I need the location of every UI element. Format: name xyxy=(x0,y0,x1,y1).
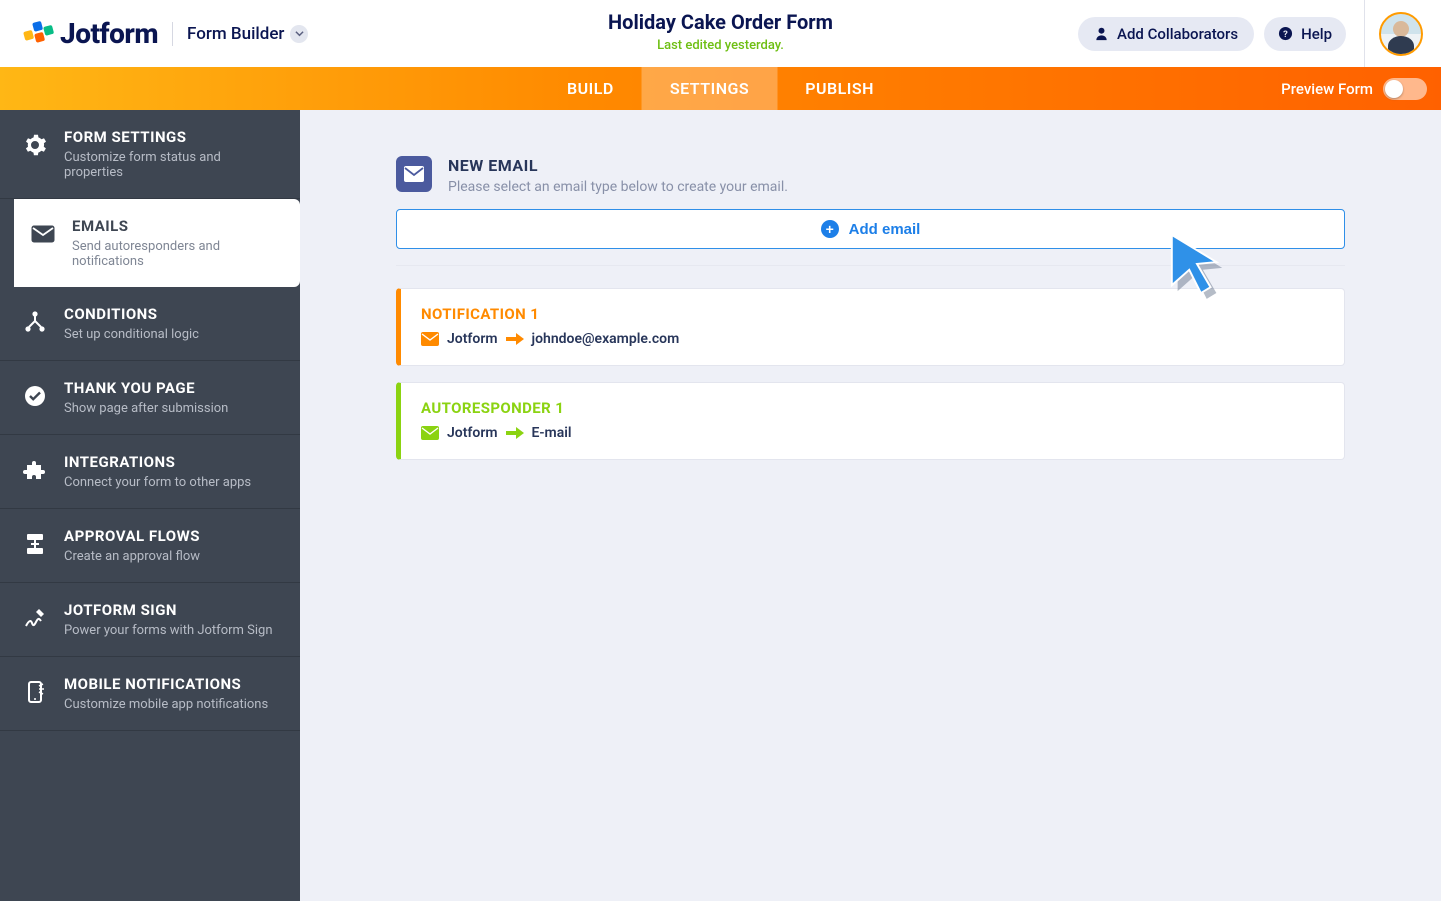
sidebar-title: THANK YOU PAGE xyxy=(64,379,228,397)
form-builder-dropdown[interactable] xyxy=(290,25,308,43)
mail-icon xyxy=(30,221,56,247)
sidebar-desc: Customize mobile app notifications xyxy=(64,697,268,712)
notification-card[interactable]: NOTIFICATION 1 Jotform johndoe@example.c… xyxy=(396,288,1345,366)
preview-toggle[interactable] xyxy=(1383,78,1427,100)
divider xyxy=(172,22,173,46)
logo[interactable]: Jotform xyxy=(22,17,158,50)
sidebar-title: INTEGRATIONS xyxy=(64,453,251,471)
add-email-label: Add email xyxy=(849,221,921,238)
sidebar-title: APPROVAL FLOWS xyxy=(64,527,200,545)
plus-circle-icon: + xyxy=(821,220,839,238)
sidebar-item-integrations[interactable]: INTEGRATIONS Connect your form to other a… xyxy=(0,435,300,509)
sidebar-desc: Create an approval flow xyxy=(64,549,200,564)
user-icon xyxy=(1094,26,1109,41)
sidebar-desc: Connect your form to other apps xyxy=(64,475,251,490)
section-title: NEW EMAIL xyxy=(448,156,788,175)
preview-form-label: Preview Form xyxy=(1281,80,1373,98)
question-icon: ? xyxy=(1278,26,1293,41)
autoresponder-to: E-mail xyxy=(532,425,572,441)
add-collaborators-button[interactable]: Add Collaborators xyxy=(1078,17,1254,51)
section-subtitle: Please select an email type below to cre… xyxy=(448,179,788,195)
notification-to: johndoe@example.com xyxy=(532,331,680,347)
puzzle-icon xyxy=(22,457,48,483)
brand-text: Jotform xyxy=(60,17,158,50)
chevron-down-icon xyxy=(295,29,304,38)
svg-text:?: ? xyxy=(1283,29,1288,40)
check-circle-icon xyxy=(22,383,48,409)
sidebar-title: JOTFORM SIGN xyxy=(64,601,273,619)
help-button[interactable]: ? Help xyxy=(1264,17,1346,51)
sidebar-item-conditions[interactable]: CONDITIONS Set up conditional logic xyxy=(0,287,300,361)
help-label: Help xyxy=(1301,25,1332,43)
sidebar-desc: Show page after submission xyxy=(64,401,228,416)
top-header: Jotform Form Builder Holiday Cake Order … xyxy=(0,0,1441,67)
add-email-button[interactable]: + Add email xyxy=(396,209,1345,249)
mail-icon xyxy=(421,332,439,346)
divider xyxy=(396,265,1345,266)
form-builder-label: Form Builder xyxy=(187,24,284,44)
sidebar-item-approval-flows[interactable]: APPROVAL FLOWS Create an approval flow xyxy=(0,509,300,583)
sidebar-item-thank-you[interactable]: THANK YOU PAGE Show page after submission xyxy=(0,361,300,435)
tab-build[interactable]: BUILD xyxy=(539,67,642,110)
main-content: NEW EMAIL Please select an email type be… xyxy=(300,110,1441,901)
signature-icon xyxy=(22,605,48,631)
sidebar-item-jotform-sign[interactable]: JOTFORM SIGN Power your forms with Jotfor… xyxy=(0,583,300,657)
sidebar-desc: Set up conditional logic xyxy=(64,327,199,342)
tab-settings[interactable]: SETTINGS xyxy=(642,67,777,110)
sidebar-item-emails[interactable]: EMAILS Send autoresponders and notificati… xyxy=(14,199,300,287)
arrow-right-icon xyxy=(506,426,524,440)
sidebar-item-mobile-notifications[interactable]: MOBILE NOTIFICATIONS Customize mobile app… xyxy=(0,657,300,731)
flow-icon xyxy=(22,531,48,557)
settings-sidebar: FORM SETTINGS Customize form status and p… xyxy=(0,110,300,901)
sidebar-title: MOBILE NOTIFICATIONS xyxy=(64,675,268,693)
sidebar-title: CONDITIONS xyxy=(64,305,199,323)
form-title[interactable]: Holiday Cake Order Form xyxy=(608,10,833,34)
autoresponder-from: Jotform xyxy=(447,425,498,441)
notification-label: NOTIFICATION 1 xyxy=(421,305,1324,323)
avatar[interactable] xyxy=(1379,12,1423,56)
autoresponder-label: AUTORESPONDER 1 xyxy=(421,399,1324,417)
jotform-logo-icon xyxy=(22,18,54,50)
sidebar-desc: Power your forms with Jotform Sign xyxy=(64,623,273,638)
sidebar-desc: Customize form status and properties xyxy=(64,150,280,180)
sidebar-item-form-settings[interactable]: FORM SETTINGS Customize form status and p… xyxy=(0,110,300,199)
new-email-header: NEW EMAIL Please select an email type be… xyxy=(396,156,1345,195)
autoresponder-card[interactable]: AUTORESPONDER 1 Jotform E-mail xyxy=(396,382,1345,460)
mobile-icon xyxy=(22,679,48,705)
last-edited: Last edited yesterday. xyxy=(608,38,833,53)
sidebar-title: FORM SETTINGS xyxy=(64,128,280,146)
arrow-right-icon xyxy=(506,332,524,346)
form-title-block: Holiday Cake Order Form Last edited yest… xyxy=(608,10,833,53)
sidebar-title: EMAILS xyxy=(72,217,280,235)
tab-bar: BUILD SETTINGS PUBLISH Preview Form xyxy=(0,67,1441,110)
sidebar-desc: Send autoresponders and notifications xyxy=(72,239,280,269)
tab-publish[interactable]: PUBLISH xyxy=(777,67,902,110)
mail-badge-icon xyxy=(396,156,432,192)
gear-icon xyxy=(22,132,48,158)
mail-icon xyxy=(421,426,439,440)
branch-icon xyxy=(22,309,48,335)
notification-from: Jotform xyxy=(447,331,498,347)
add-collaborators-label: Add Collaborators xyxy=(1117,25,1238,43)
